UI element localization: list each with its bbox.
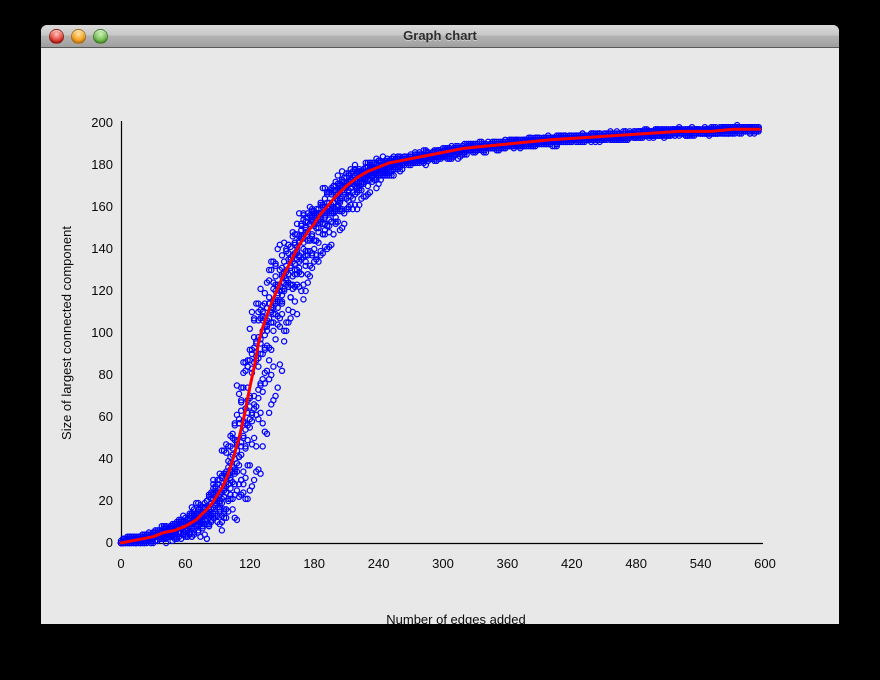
x-tick-label: 180 [284,555,344,573]
y-axis-title: Size of largest connected component [59,123,77,543]
x-tick-label: 240 [349,555,409,573]
chart-area: 020406080100120140160180200 060120180240… [41,48,839,624]
x-tick-label: 600 [735,555,795,573]
x-tick-label: 420 [542,555,602,573]
x-tick-label: 120 [220,555,280,573]
x-tick-label: 360 [477,555,537,573]
x-tick-label: 0 [91,555,151,573]
x-tick-label: 480 [606,555,666,573]
window-titlebar[interactable]: Graph chart [41,25,839,48]
desktop-background: Graph chart 020406080100120140160180200 … [0,0,880,680]
window-title: Graph chart [41,25,839,47]
x-tick-label: 540 [671,555,731,573]
x-tick-label: 300 [413,555,473,573]
scatter-plot-canvas [41,48,839,624]
x-tick-label: 60 [155,555,215,573]
graph-chart-window: Graph chart 020406080100120140160180200 … [41,25,839,624]
x-axis-title: Number of edges added [306,612,606,624]
